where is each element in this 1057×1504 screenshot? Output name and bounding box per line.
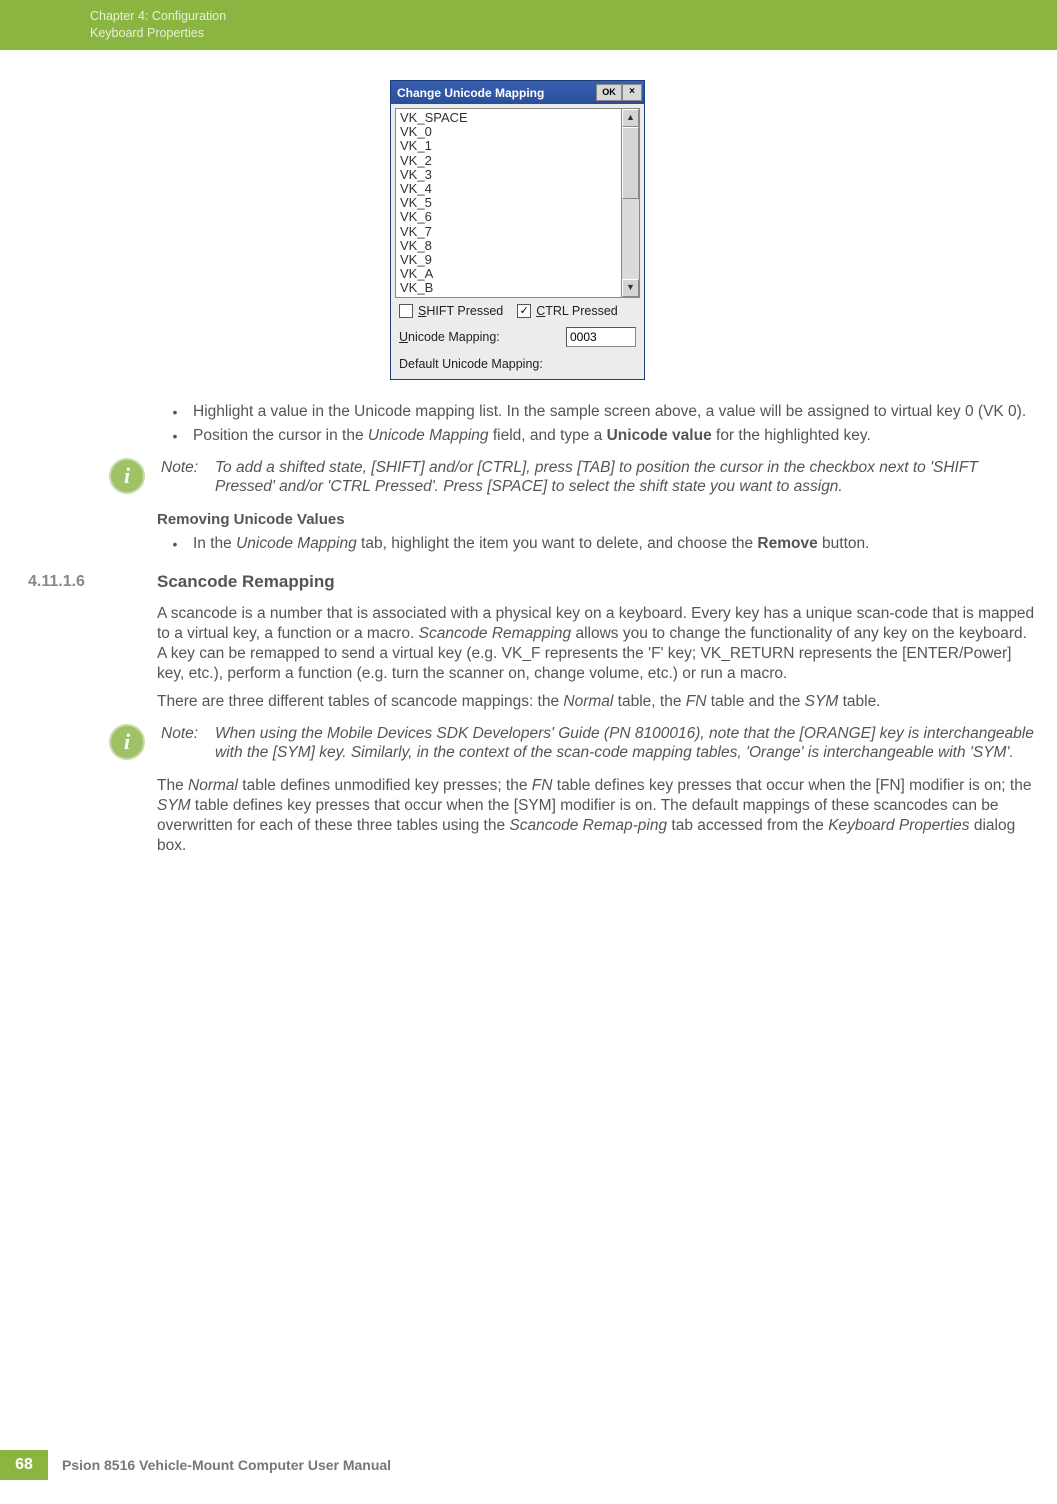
bullet-text: Highlight a value in the Unicode mapping… [193, 402, 1035, 422]
unicode-mapping-input[interactable] [566, 327, 636, 347]
footer-text: Psion 8516 Vehicle-Mount Computer User M… [62, 1457, 391, 1473]
change-unicode-dialog: Change Unicode Mapping OK × VK_SPACE VK_… [390, 80, 645, 380]
subheading: Removing Unicode Values [157, 510, 1035, 530]
paragraph: A scancode is a number that is associate… [157, 604, 1035, 684]
section-number: 4.11.1.6 [28, 572, 85, 592]
bullet-text: Position the cursor in the Unicode Mappi… [193, 426, 1035, 446]
shift-label: SHIFT Pressed [418, 304, 503, 318]
info-icon: i [109, 724, 145, 760]
note-label: Note: [161, 458, 215, 496]
dialog-title: Change Unicode Mapping [397, 86, 544, 100]
dialog-screenshot: Change Unicode Mapping OK × VK_SPACE VK_… [0, 80, 1035, 380]
list-item[interactable]: VK_3 [396, 168, 621, 182]
listbox-scrollbar[interactable]: ▲ ▼ [621, 108, 640, 298]
section-title: Scancode Remapping [157, 572, 335, 592]
list-item[interactable]: VK_5 [396, 196, 621, 210]
bullet-icon: • [157, 402, 193, 422]
page-header: Chapter 4: Configuration Keyboard Proper… [0, 0, 1057, 50]
list-item[interactable]: VK_4 [396, 182, 621, 196]
list-item[interactable]: VK_A [396, 267, 621, 281]
page-footer: 68 Psion 8516 Vehicle-Mount Computer Use… [0, 1450, 391, 1480]
default-mapping-label: Default Unicode Mapping: [391, 353, 644, 379]
list-item[interactable]: VK_0 [396, 125, 621, 139]
note-label: Note: [161, 724, 215, 762]
info-icon: i [109, 458, 145, 494]
page-number: 68 [0, 1450, 48, 1480]
scroll-thumb[interactable] [622, 127, 639, 199]
body-column: • Highlight a value in the Unicode mappi… [157, 402, 1035, 856]
note-text: To add a shifted state, [SHIFT] and/or [… [215, 458, 1035, 496]
dialog-titlebar: Change Unicode Mapping OK × [391, 81, 644, 104]
list-item[interactable]: VK_SPACE [396, 111, 621, 125]
bullet-icon: • [157, 534, 193, 554]
ok-button[interactable]: OK [596, 84, 622, 101]
unicode-mapping-label: Unicode Mapping: [399, 330, 500, 344]
bullet-text: In the Unicode Mapping tab, highlight th… [193, 534, 1035, 554]
list-item[interactable]: VK_9 [396, 253, 621, 267]
paragraph: There are three different tables of scan… [157, 692, 1035, 712]
list-item[interactable]: VK_1 [396, 139, 621, 153]
list-item[interactable]: VK_6 [396, 210, 621, 224]
ctrl-label: CTRL Pressed [536, 304, 618, 318]
list-item[interactable]: VK_B [396, 281, 621, 295]
list-item[interactable]: VK_2 [396, 154, 621, 168]
vk-listbox[interactable]: VK_SPACE VK_0 VK_1 VK_2 VK_3 VK_4 VK_5 V… [395, 108, 621, 298]
header-chapter: Chapter 4: Configuration [90, 8, 1057, 25]
paragraph: The Normal table defines unmodified key … [157, 776, 1035, 856]
note-block: i Note: When using the Mobile Devices SD… [157, 724, 1035, 762]
header-section: Keyboard Properties [90, 25, 1057, 42]
note-block: i Note: To add a shifted state, [SHIFT] … [157, 458, 1035, 496]
ctrl-checkbox[interactable]: ✓ [517, 304, 531, 318]
scroll-up-icon[interactable]: ▲ [622, 109, 639, 127]
shift-checkbox[interactable] [399, 304, 413, 318]
content-area: Change Unicode Mapping OK × VK_SPACE VK_… [0, 50, 1057, 856]
bullet-icon: • [157, 426, 193, 446]
close-button[interactable]: × [622, 84, 642, 101]
list-item[interactable]: VK_8 [396, 239, 621, 253]
scroll-down-icon[interactable]: ▼ [622, 279, 639, 297]
list-item[interactable]: VK_7 [396, 225, 621, 239]
note-text: When using the Mobile Devices SDK Develo… [215, 724, 1035, 762]
